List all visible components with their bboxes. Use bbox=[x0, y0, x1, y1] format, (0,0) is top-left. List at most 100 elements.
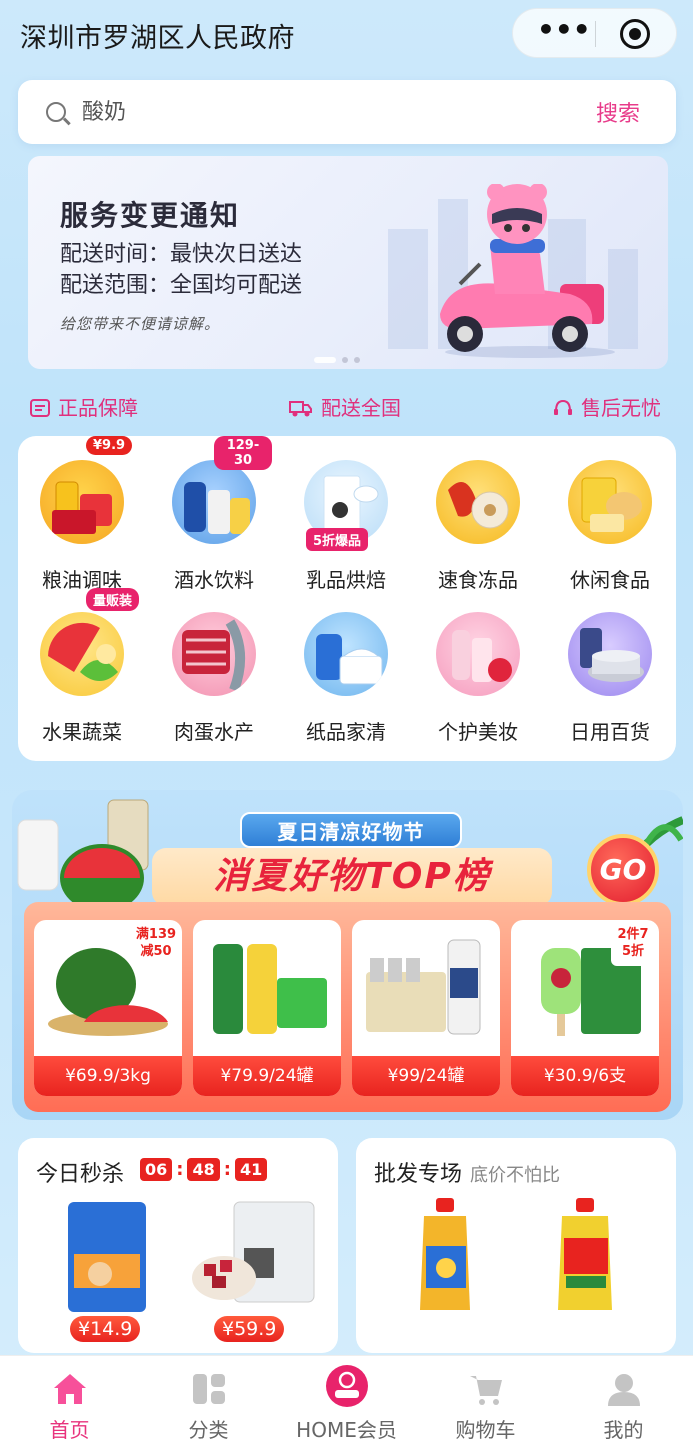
tab-category[interactable]: 分类 bbox=[139, 1356, 278, 1454]
carousel-indicator bbox=[314, 348, 366, 367]
close-target-icon[interactable] bbox=[620, 19, 650, 49]
flash-item-gloves[interactable]: ¥14.9 bbox=[64, 1198, 164, 1342]
flash-item-beef[interactable]: ¥59.9 bbox=[190, 1198, 320, 1342]
capsule-divider bbox=[595, 21, 596, 47]
daily-goods-image bbox=[568, 612, 652, 696]
guarantee-nationwide: 配送全国 bbox=[289, 392, 401, 421]
tab-label: HOME会员 bbox=[296, 1418, 397, 1442]
category-label: 纸品家清 bbox=[306, 720, 386, 744]
search-icon bbox=[46, 102, 66, 122]
category-label: 肉蛋水产 bbox=[174, 720, 254, 744]
promo-product-beer[interactable]: ¥99/24罐 bbox=[352, 920, 500, 1096]
truck-icon bbox=[289, 398, 313, 416]
service-notice-banner[interactable]: 服务变更通知 配送时间：最快次日送达 配送范围：全国均可配送 给您带来不便请谅解… bbox=[28, 156, 668, 369]
promo-price: ¥30.9/6支 bbox=[511, 1056, 659, 1096]
category-label: 个护美妆 bbox=[438, 720, 518, 744]
category-promo-tag: 5折爆品 bbox=[306, 528, 369, 551]
category-meat-seafood[interactable]: 肉蛋水产 bbox=[152, 588, 272, 744]
tab-label: 我的 bbox=[603, 1418, 644, 1442]
guarantee-label: 配送全国 bbox=[321, 396, 401, 420]
search-input[interactable] bbox=[82, 94, 482, 130]
promo-price: ¥99/24罐 bbox=[352, 1056, 500, 1096]
flash-item-price: ¥59.9 bbox=[214, 1316, 285, 1342]
tab-member[interactable]: HOME会员 bbox=[277, 1356, 416, 1454]
banner-title: 服务变更通知 bbox=[60, 199, 241, 232]
category-fruits-veg[interactable]: 量贩装 水果蔬菜 bbox=[20, 588, 140, 744]
category-grid: ¥9.9 粮油调味 129-30 酒水饮料 5折爆品 乳品烘焙 速食冻品 休闲食… bbox=[18, 436, 676, 761]
guarantee-after-sales: 售后无忧 bbox=[553, 392, 661, 421]
flash-sale-card[interactable]: 今日秒杀 06 : 48 : 41 ¥14.9 ¥59.9 bbox=[18, 1138, 338, 1353]
member-logo-icon bbox=[325, 1365, 368, 1407]
headset-icon bbox=[553, 398, 573, 416]
category-promo-tag: 量贩装 bbox=[86, 588, 140, 611]
category-paper-cleaning[interactable]: 纸品家清 bbox=[284, 588, 404, 744]
promo-price: ¥79.9/24罐 bbox=[193, 1056, 341, 1096]
timer-minutes: 48 bbox=[187, 1158, 220, 1181]
guarantee-authentic: 正品保障 bbox=[30, 392, 138, 421]
cart-icon bbox=[469, 1376, 502, 1405]
search-bar[interactable]: 搜索 bbox=[18, 80, 676, 144]
frozen-food-image bbox=[436, 460, 520, 544]
personal-care-image bbox=[436, 612, 520, 696]
beer-pack-image bbox=[362, 928, 490, 1042]
wholesale-title-text: 批发专场 bbox=[374, 1162, 463, 1187]
category-snacks[interactable]: 休闲食品 bbox=[548, 436, 668, 592]
promo-ribbon-title: 夏日清凉好物节 bbox=[240, 812, 462, 848]
category-frozen[interactable]: 速食冻品 bbox=[416, 436, 536, 592]
banner-delivery-range: 配送范围：全国均可配送 bbox=[60, 273, 303, 298]
tab-home[interactable]: 首页 bbox=[0, 1356, 139, 1454]
category-label: 日用百货 bbox=[570, 720, 650, 744]
category-label: 水果蔬菜 bbox=[42, 720, 122, 744]
home-icon bbox=[53, 1374, 86, 1404]
summer-promo-section[interactable]: 夏日清凉好物节 消夏好物TOP榜 GO 满139 减50 ¥69.9/3kg ¥7… bbox=[12, 790, 683, 1120]
guarantee-label: 正品保障 bbox=[58, 396, 138, 420]
snacks-image bbox=[568, 460, 652, 544]
tab-label: 首页 bbox=[49, 1418, 90, 1442]
wholesale-card[interactable]: 批发专场 底价不怕比 bbox=[356, 1138, 676, 1353]
countdown-timer: 06 : 48 : 41 bbox=[140, 1158, 268, 1181]
gloves-product-image bbox=[68, 1202, 146, 1312]
category-personal-care[interactable]: 个护美妆 bbox=[416, 588, 536, 744]
tab-profile[interactable]: 我的 bbox=[554, 1356, 693, 1454]
search-button[interactable]: 搜索 bbox=[596, 96, 640, 128]
category-drinks[interactable]: 129-30 酒水饮料 bbox=[152, 436, 272, 592]
banner-apology-note: 给您带来不便请谅解。 bbox=[60, 315, 221, 333]
paper-cleaning-image bbox=[304, 612, 388, 696]
promo-discount-tag: 满139 减50 bbox=[134, 926, 178, 966]
more-options-icon[interactable]: ••• bbox=[537, 16, 591, 47]
mini-program-capsule: ••• bbox=[512, 8, 677, 58]
bear-scooter-icon bbox=[440, 184, 615, 358]
grid-icon bbox=[192, 1374, 225, 1404]
category-dairy-bakery[interactable]: 5折爆品 乳品烘焙 bbox=[284, 436, 404, 592]
promo-product-watsons[interactable]: ¥79.9/24罐 bbox=[193, 920, 341, 1096]
category-grain-oil[interactable]: ¥9.9 粮油调味 bbox=[20, 436, 140, 592]
promo-product-icecream[interactable]: 2件7 5折 ¥30.9/6支 bbox=[511, 920, 659, 1096]
bottom-tab-bar: 首页 分类 HOME会员 购物车 我的 bbox=[0, 1355, 693, 1454]
wholesale-subtitle: 底价不怕比 bbox=[470, 1165, 561, 1186]
watsons-drink-image bbox=[203, 928, 331, 1042]
page-title: 深圳市罗湖区人民政府 bbox=[20, 23, 295, 54]
category-promo-tag: ¥9.9 bbox=[86, 436, 133, 455]
promo-go-button[interactable]: GO bbox=[587, 834, 659, 906]
tab-cart[interactable]: 购物车 bbox=[416, 1356, 555, 1454]
golden-oil-bottle-image[interactable] bbox=[556, 1198, 616, 1318]
category-daily-goods[interactable]: 日用百货 bbox=[548, 588, 668, 744]
meat-seafood-image bbox=[172, 612, 256, 696]
fruits-veg-image bbox=[40, 612, 124, 696]
drinks-image bbox=[172, 460, 256, 544]
flash-sale-title: 今日秒杀 bbox=[36, 1162, 125, 1187]
promo-price: ¥69.9/3kg bbox=[34, 1056, 182, 1096]
timer-seconds: 41 bbox=[234, 1158, 268, 1181]
banner-delivery-time: 配送时间：最快次日送达 bbox=[60, 242, 303, 267]
tab-label: 分类 bbox=[188, 1418, 229, 1442]
top-bar: 深圳市罗湖区人民政府 ••• bbox=[0, 0, 693, 75]
category-promo-tag: 129-30 bbox=[214, 436, 272, 470]
tab-label: 购物车 bbox=[455, 1418, 516, 1442]
promo-product-watermelon[interactable]: 满139 减50 ¥69.9/3kg bbox=[34, 920, 182, 1096]
grain-oil-image bbox=[40, 460, 124, 544]
cooking-oil-bottle-image[interactable] bbox=[418, 1198, 474, 1318]
promo-discount-tag: 2件7 5折 bbox=[611, 926, 655, 966]
beef-product-image bbox=[192, 1201, 315, 1303]
flash-item-price: ¥14.9 bbox=[70, 1316, 141, 1342]
wholesale-title: 批发专场 底价不怕比 bbox=[374, 1156, 560, 1188]
